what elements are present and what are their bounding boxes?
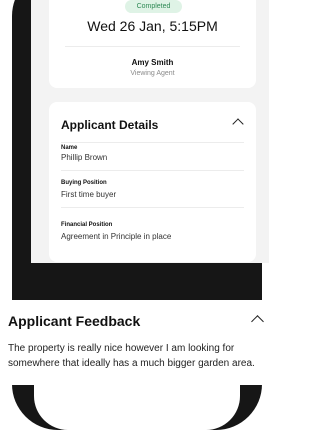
divider bbox=[61, 142, 244, 143]
applicant-feedback-title: Applicant Feedback bbox=[8, 313, 141, 329]
app-screen: Completed Wed 26 Jan, 5:15PM Amy Smith V… bbox=[31, 0, 269, 263]
divider bbox=[61, 170, 244, 171]
phone-screen-bottom bbox=[34, 384, 240, 430]
applicant-details-card: Applicant Details Name Phillip Brown Buy… bbox=[49, 102, 256, 262]
field-value-name: Phillip Brown bbox=[61, 153, 108, 162]
applicant-feedback-panel: Applicant Feedback The property is reall… bbox=[0, 300, 264, 385]
chevron-up-icon[interactable] bbox=[251, 315, 264, 328]
field-value-buying-position: First time buyer bbox=[61, 190, 117, 199]
chevron-up-icon[interactable] bbox=[232, 118, 244, 130]
agent-role: Viewing Agent bbox=[130, 70, 175, 77]
viewing-datetime: Wed 26 Jan, 5:15PM bbox=[87, 18, 218, 34]
applicant-details-title: Applicant Details bbox=[61, 118, 159, 132]
field-value-financial-position: Agreement in Principle in place bbox=[61, 232, 172, 241]
viewing-summary-card: Completed Wed 26 Jan, 5:15PM Amy Smith V… bbox=[49, 0, 256, 88]
divider bbox=[65, 46, 240, 47]
agent-name: Amy Smith bbox=[131, 58, 174, 67]
field-label-name: Name bbox=[61, 145, 78, 151]
field-label-financial-position: Financial Position bbox=[61, 222, 113, 228]
status-badge: Completed bbox=[125, 0, 182, 13]
field-label-buying-position: Buying Position bbox=[61, 180, 107, 186]
divider bbox=[61, 207, 244, 208]
applicant-feedback-text: The property is really nice however I am… bbox=[8, 343, 255, 369]
